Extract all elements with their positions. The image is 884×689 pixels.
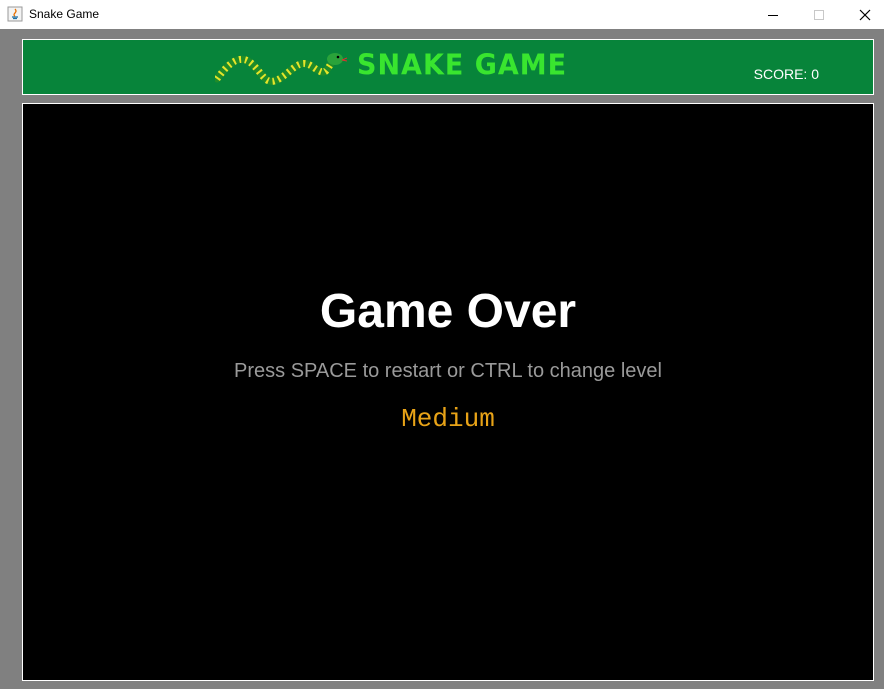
close-icon — [859, 9, 871, 20]
restart-hint: Press SPACE to restart or CTRL to change… — [234, 360, 662, 382]
game-header: SNAKE GAME SCORE: 0 — [22, 39, 874, 95]
score-display: SCORE: 0 — [753, 66, 819, 82]
close-button[interactable] — [842, 0, 884, 29]
window-title: Snake Game — [29, 7, 100, 21]
window-titlebar: Snake Game — [0, 0, 884, 29]
minimize-button[interactable] — [750, 0, 796, 29]
java-icon[interactable] — [7, 6, 23, 22]
snake-icon — [215, 53, 347, 85]
level-label[interactable]: Medium — [23, 404, 873, 434]
game-over-message: Game Over — [319, 285, 577, 338]
game-title: SNAKE GAME — [357, 49, 568, 82]
game-board[interactable]: Game Over Press SPACE to restart or CTRL… — [22, 103, 874, 681]
maximize-button[interactable] — [796, 0, 842, 29]
minimize-icon — [768, 14, 778, 16]
maximize-icon — [814, 9, 824, 20]
